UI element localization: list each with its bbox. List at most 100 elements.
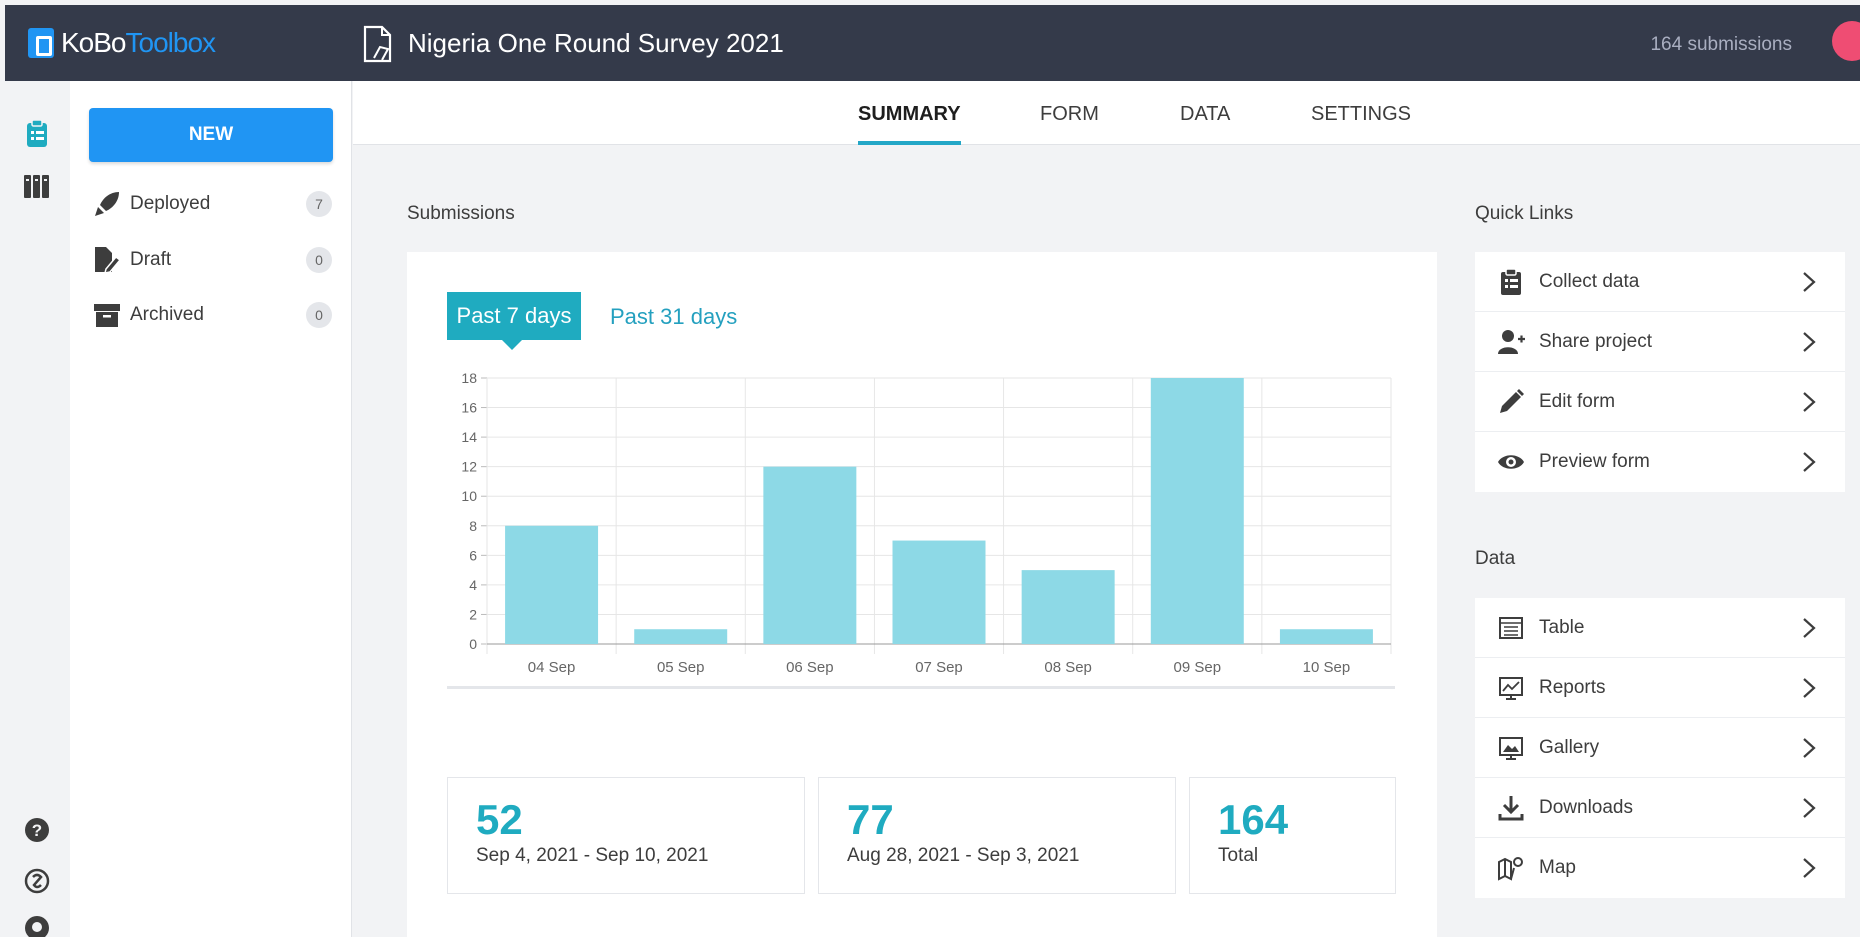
submissions-heading: Submissions (407, 203, 515, 224)
deployed-form-icon (363, 25, 392, 63)
forms-icon[interactable] (22, 119, 52, 149)
link-preview-form[interactable]: Preview form (1475, 432, 1845, 492)
tab-data[interactable]: DATA (1180, 103, 1230, 145)
tab-settings[interactable]: SETTINGS (1311, 103, 1411, 145)
pencil-icon (1500, 388, 1524, 413)
stat-label: Sep 4, 2021 - Sep 10, 2021 (476, 845, 709, 866)
map-icon (1498, 857, 1523, 881)
support-icon[interactable] (22, 866, 52, 896)
user-avatar[interactable] (1832, 21, 1860, 61)
top-bar: KoBo Toolbox Nigeria One Round Survey 20… (5, 5, 1860, 81)
y-tick-label: 14 (461, 429, 477, 445)
bar (1279, 629, 1373, 644)
chevron-right-icon (1803, 858, 1816, 878)
tab-summary[interactable]: SUMMARY (858, 103, 961, 145)
submissions-card: Past 7 days Past 31 days 0 2 4 6 8 10 12 14 16 18… (407, 252, 1437, 937)
stat-value: 77 (847, 796, 894, 843)
icon-rail: ? (5, 81, 70, 937)
link-label: Gallery (1539, 736, 1600, 758)
link-table[interactable]: Table (1475, 598, 1845, 658)
bar (1021, 570, 1115, 644)
chevron-right-icon (1803, 331, 1816, 352)
link-gallery[interactable]: Gallery (1475, 718, 1845, 778)
stat-total: 164 Total (1189, 777, 1396, 894)
bar (634, 629, 728, 644)
chevron-right-icon (1803, 271, 1816, 292)
link-label: Map (1539, 857, 1576, 878)
link-map[interactable]: Map (1475, 838, 1845, 898)
x-tick-label: 04 Sep (528, 659, 576, 676)
chevron-right-icon (1803, 737, 1816, 758)
sidebar-item-deployed[interactable]: Deployed 7 (92, 184, 332, 224)
chevron-right-icon (1803, 677, 1816, 698)
link-edit-form[interactable]: Edit form (1475, 372, 1845, 432)
period-past-7-days[interactable]: Past 7 days (447, 292, 581, 350)
table-icon (1499, 616, 1523, 639)
y-tick-label: 0 (469, 636, 477, 652)
stat-label: Total (1218, 845, 1259, 866)
y-tick-label: 6 (469, 547, 477, 563)
data-links-list: Table Reports Gallery Downloads Map (1475, 598, 1845, 898)
y-tick-label: 8 (469, 518, 477, 534)
tab-bar: SUMMARY FORM DATA SETTINGS (353, 81, 1860, 145)
sidebar-item-label: Draft (130, 249, 172, 270)
count-badge: 7 (306, 191, 332, 217)
x-tick-label: 08 Sep (1044, 659, 1092, 676)
archive-icon (94, 304, 120, 327)
sidebar-item-label: Deployed (130, 193, 211, 214)
new-button[interactable]: NEW (89, 108, 333, 162)
bar (892, 540, 986, 644)
chart-bottom-rule (447, 686, 1395, 689)
stat-previous-week: 77 Aug 28, 2021 - Sep 3, 2021 (818, 777, 1176, 894)
y-tick-label: 16 (461, 400, 477, 416)
link-label: Preview form (1539, 451, 1650, 472)
sidebar-item-archived[interactable]: Archived 0 (92, 295, 332, 335)
chevron-right-icon (1803, 617, 1816, 638)
link-collect-data[interactable]: Collect data (1475, 252, 1845, 312)
x-tick-label: 10 Sep (1303, 659, 1351, 676)
link-reports[interactable]: Reports (1475, 658, 1845, 718)
period-past-31-days[interactable]: Past 31 days (610, 304, 737, 330)
y-tick-label: 10 (461, 488, 477, 504)
rocket-icon (95, 192, 119, 216)
y-tick-label: 2 (469, 606, 477, 622)
github-icon[interactable] (22, 913, 52, 937)
x-tick-label: 06 Sep (786, 659, 834, 676)
kobo-logo[interactable]: KoBo Toolbox (28, 26, 216, 60)
link-label: Edit form (1539, 390, 1616, 412)
x-tick-label: 05 Sep (657, 659, 705, 676)
y-tick-label: 18 (461, 370, 477, 386)
sidebar-item-label: Archived (130, 304, 204, 325)
stat-current-week: 52 Sep 4, 2021 - Sep 10, 2021 (447, 777, 805, 894)
data-heading: Data (1475, 548, 1516, 569)
clipboard-icon (1501, 267, 1521, 295)
stat-label: Aug 28, 2021 - Sep 3, 2021 (847, 845, 1080, 866)
help-icon[interactable]: ? (22, 815, 52, 845)
sidebar: NEW Deployed 7 Draft 0 Archived 0 (70, 81, 352, 937)
x-tick-label: 07 Sep (915, 659, 963, 676)
y-tick-label: 12 (461, 459, 477, 475)
logo-text-kobo: KoBo (61, 27, 126, 58)
svg-text:?: ? (32, 821, 42, 840)
link-label: Reports (1539, 676, 1606, 698)
submission-count: 164 submissions (1650, 34, 1792, 55)
link-downloads[interactable]: Downloads (1475, 778, 1845, 838)
tab-form[interactable]: FORM (1040, 103, 1099, 145)
library-icon[interactable] (22, 171, 52, 201)
add-user-icon (1498, 329, 1525, 354)
link-share-project[interactable]: Share project (1475, 312, 1845, 372)
sidebar-item-draft[interactable]: Draft 0 (92, 240, 332, 280)
link-label: Table (1539, 616, 1585, 638)
link-label: Share project (1539, 330, 1653, 352)
stat-value: 164 (1218, 796, 1289, 843)
link-label: Collect data (1539, 270, 1640, 292)
link-label: Downloads (1539, 796, 1633, 818)
download-icon (1498, 795, 1524, 820)
project-title: Nigeria One Round Survey 2021 (408, 28, 784, 58)
x-tick-label: 09 Sep (1174, 659, 1222, 676)
reports-icon (1499, 676, 1523, 700)
quick-links-list: Collect data Share project Edit form Pre… (1475, 252, 1845, 492)
stat-value: 52 (476, 796, 523, 843)
chevron-right-icon (1803, 452, 1816, 472)
quick-links-heading: Quick Links (1475, 203, 1574, 224)
